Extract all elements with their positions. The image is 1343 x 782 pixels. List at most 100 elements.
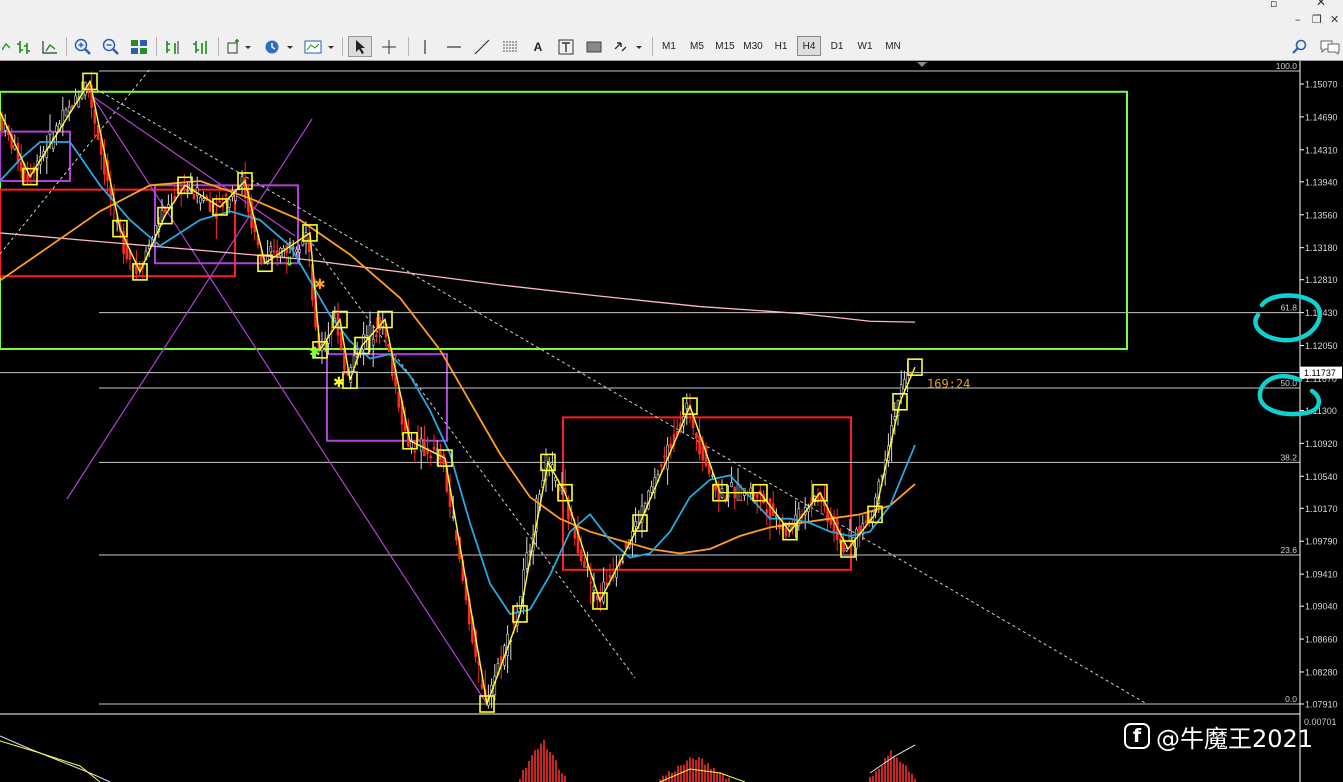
price-tick-label: 1.14310 bbox=[1305, 145, 1338, 155]
candle-body bbox=[208, 201, 212, 212]
candle-body bbox=[202, 198, 205, 201]
tile-windows-icon[interactable] bbox=[128, 36, 150, 57]
price-chart[interactable]: 100.061.850.038.223.60.0 ✱ ✱ ✱ ⇓ 1.15070… bbox=[0, 61, 1343, 782]
timeframe-d1[interactable]: D1 bbox=[825, 36, 849, 56]
star-marker-icon: ✱ bbox=[314, 277, 326, 293]
candle-body bbox=[442, 453, 445, 465]
watermark-text: @牛魔王2021 bbox=[1156, 724, 1314, 753]
price-tick-label: 1.13180 bbox=[1305, 243, 1338, 253]
chart-shift-icon[interactable] bbox=[162, 36, 184, 57]
vertical-line-icon[interactable] bbox=[414, 36, 436, 57]
candle-body bbox=[272, 250, 276, 253]
zoom-out-icon[interactable] bbox=[100, 36, 122, 57]
horizontal-line-icon[interactable] bbox=[443, 36, 465, 57]
candle-body bbox=[739, 499, 743, 502]
candle-body bbox=[634, 521, 637, 527]
candle-body bbox=[659, 464, 663, 467]
candle-body bbox=[67, 106, 71, 113]
candle-body bbox=[288, 242, 292, 244]
candle-body bbox=[192, 194, 196, 200]
indicators-icon[interactable] bbox=[224, 36, 254, 57]
candle-body bbox=[304, 232, 308, 245]
timeframe-m30[interactable]: M30 bbox=[741, 36, 765, 56]
candle-body bbox=[589, 581, 593, 584]
timeframe-mn[interactable]: MN bbox=[881, 36, 905, 56]
search-icon[interactable] bbox=[1290, 36, 1310, 57]
star-marker-icon: ✱ bbox=[333, 375, 345, 391]
channel-icon[interactable] bbox=[499, 36, 521, 57]
timeframe-m5[interactable]: M5 bbox=[685, 36, 709, 56]
timeframe-h4[interactable]: H4 bbox=[797, 36, 821, 56]
candle-body bbox=[199, 197, 202, 204]
candle-body bbox=[64, 109, 68, 117]
price-tick-label: 1.09040 bbox=[1305, 602, 1338, 612]
price-tick-label: 1.08660 bbox=[1305, 635, 1338, 645]
candle-body bbox=[685, 402, 689, 410]
fib-level-label: 38.2 bbox=[1280, 452, 1297, 462]
line-chart-icon[interactable] bbox=[2, 36, 10, 57]
fib-level-label: 100.0 bbox=[1276, 61, 1298, 71]
chat-icon[interactable] bbox=[1318, 36, 1342, 57]
candle-body bbox=[711, 474, 714, 477]
minimize-icon[interactable]: – bbox=[1295, 13, 1301, 26]
timeframe-m15[interactable]: M15 bbox=[713, 36, 737, 56]
candle-body bbox=[579, 549, 583, 562]
zoom-in-icon[interactable] bbox=[72, 36, 94, 57]
candle-body bbox=[784, 528, 788, 537]
close-icon[interactable]: ✕ bbox=[1316, 0, 1326, 9]
candle-body bbox=[608, 574, 612, 578]
rectangle-icon[interactable] bbox=[583, 36, 605, 57]
candle-body bbox=[371, 338, 375, 346]
candle-body bbox=[55, 125, 58, 133]
candle-body bbox=[154, 225, 157, 235]
candle-body bbox=[410, 441, 413, 449]
text-label-icon[interactable] bbox=[555, 36, 577, 57]
trendline-icon[interactable] bbox=[471, 36, 493, 57]
periods-icon[interactable] bbox=[262, 36, 296, 57]
facebook-icon: f bbox=[1124, 723, 1150, 749]
price-tick-label: 1.09790 bbox=[1305, 537, 1338, 547]
price-tick-label: 1.15070 bbox=[1305, 80, 1338, 90]
arrow-down-marker-icon: ⇓ bbox=[284, 255, 295, 270]
candle-body bbox=[397, 391, 401, 408]
timeframe-h1[interactable]: H1 bbox=[769, 36, 793, 56]
autoscroll-icon[interactable] bbox=[190, 36, 212, 57]
cursor-icon[interactable] bbox=[348, 36, 372, 57]
candle-body bbox=[592, 586, 596, 591]
candle-body bbox=[583, 560, 586, 568]
candle-body bbox=[480, 683, 484, 689]
restore-icon[interactable]: ❐ bbox=[1312, 13, 1322, 26]
bar-timer: 169:24 bbox=[927, 377, 970, 391]
candle-chart-icon[interactable] bbox=[39, 36, 61, 57]
current-price-label: 1.11737 bbox=[1304, 368, 1336, 378]
price-tick-label: 1.09410 bbox=[1305, 570, 1338, 580]
fib-level-label: 61.8 bbox=[1280, 303, 1297, 313]
crosshair-icon[interactable] bbox=[378, 36, 400, 57]
text-icon[interactable]: A bbox=[527, 36, 549, 57]
price-tick-label: 1.10540 bbox=[1305, 472, 1338, 482]
fib-level-label: 23.6 bbox=[1280, 545, 1297, 555]
timeframe-m1[interactable]: M1 bbox=[657, 36, 681, 56]
price-tick-label: 1.12810 bbox=[1305, 275, 1338, 285]
candle-body bbox=[663, 455, 666, 458]
fib-level-label: 0.0 bbox=[1285, 694, 1297, 704]
candle-body bbox=[605, 582, 609, 586]
candle-body bbox=[298, 249, 301, 253]
candle-body bbox=[26, 173, 29, 182]
price-tick-label: 1.08280 bbox=[1305, 667, 1338, 677]
candle-body bbox=[429, 455, 433, 458]
candle-body bbox=[698, 435, 701, 455]
star-marker-icon: ✱ bbox=[309, 345, 321, 361]
candle-body bbox=[451, 516, 455, 519]
watermark: f @牛魔王2021 bbox=[1124, 719, 1313, 753]
close-icon[interactable]: ✕ bbox=[1330, 13, 1339, 26]
candle-body bbox=[903, 379, 906, 390]
candle-body bbox=[765, 509, 769, 514]
candle-body bbox=[880, 474, 884, 477]
templates-icon[interactable] bbox=[303, 36, 337, 57]
candle-body bbox=[525, 552, 529, 569]
minimize-icon[interactable]: ▫ bbox=[1270, 0, 1277, 10]
arrows-icon[interactable] bbox=[611, 36, 645, 57]
timeframe-w1[interactable]: W1 bbox=[853, 36, 877, 56]
bar-chart-icon[interactable] bbox=[13, 36, 35, 57]
